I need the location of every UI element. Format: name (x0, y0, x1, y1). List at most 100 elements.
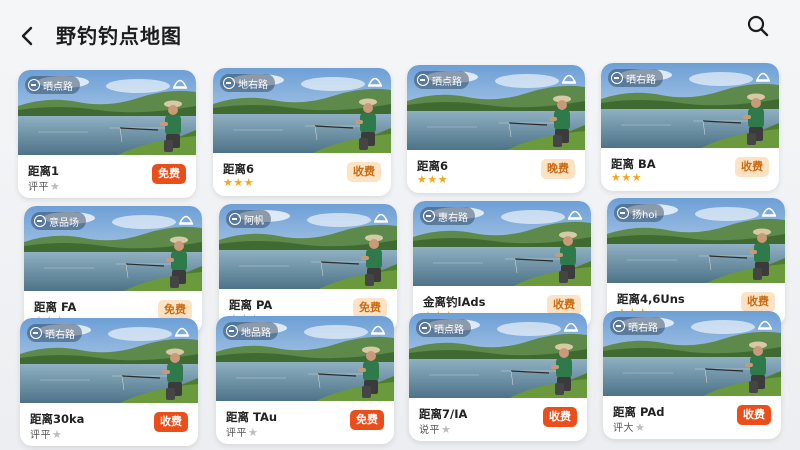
location-text: 惠右路 (438, 212, 468, 224)
location-tag: 地右路 (220, 74, 275, 92)
rating-stars: 评平★ (226, 424, 258, 439)
favorite-icon[interactable] (172, 76, 188, 90)
rating-label: 说平 (419, 425, 440, 436)
location-tag: 晒右路 (608, 69, 663, 87)
star-icon: ★ (437, 173, 449, 186)
fishing-spot-card[interactable]: 扬hoi 距离4,6Uns ★★★ 收费 (607, 198, 785, 326)
distance-title: 距离7/IA (419, 407, 468, 421)
location-text: 晒点路 (432, 76, 462, 88)
location-tag: 地品路 (223, 322, 278, 340)
spot-thumbnail: 惠右路 (413, 201, 591, 286)
fee-badge: 收费 (347, 162, 381, 182)
location-text: 晒点路 (434, 324, 464, 336)
spot-thumbnail: 晒右路 (601, 63, 779, 148)
star-icon: ★ (50, 180, 61, 193)
location-icon (419, 322, 431, 334)
fishing-spot-card[interactable]: 惠右路 金离钓lAds ★★★ 收费 (413, 201, 591, 329)
location-text: 阿帆 (244, 215, 264, 227)
fee-badge: 收费 (547, 295, 581, 315)
rating-stars: 评平★ (30, 426, 62, 441)
location-tag: 惠右路 (420, 207, 475, 225)
rating-label: 评平 (30, 430, 51, 441)
location-text: 晒点路 (43, 81, 73, 93)
spot-thumbnail: 晒点路 (407, 65, 585, 150)
favorite-icon[interactable] (367, 74, 383, 88)
rating-stars: 评大★ (613, 419, 645, 434)
favorite-icon[interactable] (757, 317, 773, 331)
location-text: 晒右路 (626, 74, 656, 86)
star-icon: ★ (427, 173, 438, 186)
fishing-spot-card[interactable]: 地右路 距离6 ★★★ 收费 (213, 68, 391, 196)
fishing-spot-card[interactable]: 阿帆 距离 PA ★★★ 免费 (219, 204, 397, 332)
fishing-spot-card[interactable]: 晒点路 距离1 评平★ 免费 (18, 70, 196, 198)
spot-thumbnail: 晒右路 (603, 311, 781, 396)
rating-stars: ★★★ (611, 171, 642, 184)
fishing-spot-card[interactable]: 晒点路 距离6 ★★★ 晚费 (407, 65, 585, 193)
favorite-icon[interactable] (567, 207, 583, 221)
location-icon (28, 79, 40, 91)
rating-label: 评大 (613, 423, 634, 434)
star-icon: ★ (631, 171, 643, 184)
spot-thumbnail: 地品路 (216, 316, 394, 401)
star-icon: ★ (441, 423, 452, 436)
star-icon: ★ (611, 171, 622, 184)
rating-stars: 说平★ (419, 421, 451, 436)
star-icon: ★ (52, 428, 63, 441)
fee-badge: 免费 (152, 164, 186, 184)
favorite-icon[interactable] (563, 319, 579, 333)
fishing-spot-card[interactable]: 意品场 距离 FA ★★★ 免费 (24, 206, 202, 334)
star-icon: ★ (248, 426, 259, 439)
distance-title: 距离 TAu (226, 410, 278, 424)
location-tag: 晒右路 (27, 324, 82, 342)
location-tag: 意品场 (31, 212, 86, 230)
spot-thumbnail: 意品场 (24, 206, 202, 291)
fishing-spot-card[interactable]: 地品路 距离 TAu 评平★ 免费 (216, 316, 394, 444)
location-tag: 阿帆 (226, 210, 271, 228)
distance-title: 金离钓lAds (423, 295, 486, 309)
distance-title: 距离6 (417, 159, 449, 173)
favorite-icon[interactable] (370, 322, 386, 336)
location-icon (613, 320, 625, 332)
favorite-icon[interactable] (755, 69, 771, 83)
fee-badge: 晚费 (541, 159, 575, 179)
fee-badge: 免费 (350, 410, 384, 430)
rating-stars: ★★★ (223, 176, 254, 189)
fishing-spot-card[interactable]: 晒右路 距离 BA ★★★ 收费 (601, 63, 779, 191)
fee-badge: 收费 (154, 412, 188, 432)
location-text: 晒右路 (628, 322, 658, 334)
fishing-spot-card[interactable]: 晒右路 距离30ka 评平★ 收费 (20, 318, 198, 446)
favorite-icon[interactable] (761, 204, 777, 218)
fee-badge: 收费 (543, 407, 577, 427)
location-icon (223, 77, 235, 89)
spot-thumbnail: 晒点路 (18, 70, 196, 155)
location-text: 晒右路 (45, 329, 75, 341)
spot-thumbnail: 晒右路 (20, 318, 198, 403)
fee-badge: 收费 (741, 292, 775, 312)
rating-stars: 评平★ (28, 178, 60, 193)
location-tag: 晒点路 (416, 319, 471, 337)
fishing-spot-card[interactable]: 晒点路 距离7/IA 说平★ 收费 (409, 313, 587, 441)
favorite-icon[interactable] (373, 210, 389, 224)
fishing-spot-card[interactable]: 晒右路 距离 PAd 评大★ 收费 (603, 311, 781, 439)
location-icon (417, 74, 429, 86)
distance-title: 距离4,6Uns (617, 292, 685, 306)
star-icon: ★ (635, 421, 646, 434)
location-icon (229, 213, 241, 225)
location-icon (30, 327, 42, 339)
location-icon (611, 72, 623, 84)
location-icon (617, 207, 629, 219)
distance-title: 距离1 (28, 164, 60, 178)
location-tag: 晒右路 (610, 317, 665, 335)
spot-thumbnail: 地右路 (213, 68, 391, 153)
favorite-icon[interactable] (561, 71, 577, 85)
star-icon: ★ (243, 176, 255, 189)
favorite-icon[interactable] (174, 324, 190, 338)
location-text: 意品场 (49, 217, 79, 229)
location-text: 地右路 (238, 79, 268, 91)
fee-badge: 免费 (353, 298, 387, 318)
location-icon (423, 210, 435, 222)
location-icon (226, 325, 238, 337)
distance-title: 距离 BA (611, 157, 656, 171)
favorite-icon[interactable] (178, 212, 194, 226)
fee-badge: 免费 (158, 300, 192, 320)
